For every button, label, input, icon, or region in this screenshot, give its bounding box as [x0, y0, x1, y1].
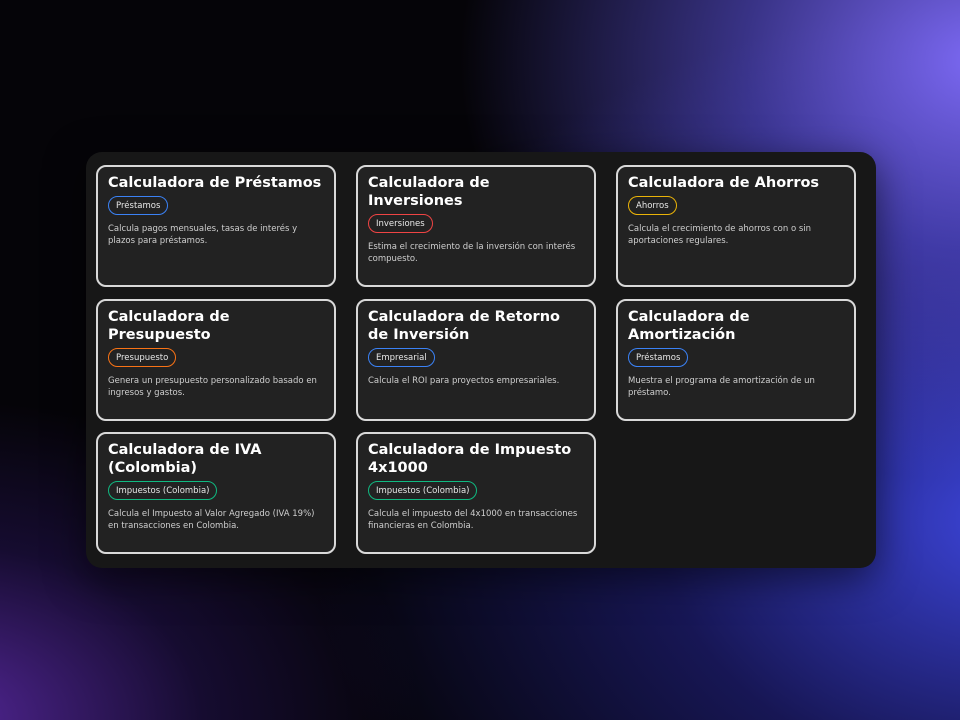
card-description: Calcula el impuesto del 4x1000 en transa…	[368, 509, 578, 531]
card-calculadora-amortizacion[interactable]: Calculadora de Amortización Préstamos Mu…	[616, 299, 856, 421]
calculators-panel: Calculadora de Préstamos Préstamos Calcu…	[86, 152, 876, 568]
category-badge: Ahorros	[628, 196, 677, 215]
card-title: Calculadora de IVA (Colombia)	[108, 442, 262, 476]
category-badge: Préstamos	[108, 196, 169, 215]
card-calculadora-inversiones[interactable]: Calculadora de Inversiones Inversiones E…	[356, 165, 596, 287]
category-badge: Préstamos	[628, 348, 689, 367]
card-calculadora-ahorros[interactable]: Calculadora de Ahorros Ahorros Calcula e…	[616, 165, 856, 287]
card-description: Calcula el ROI para proyectos empresaria…	[368, 376, 560, 386]
card-title: Calculadora de Inversiones	[368, 175, 490, 209]
card-title: Calculadora de Amortización	[628, 309, 750, 343]
card-title: Calculadora de Ahorros	[628, 175, 820, 191]
card-description: Muestra el programa de amortización de u…	[628, 376, 815, 398]
card-title: Calculadora de Impuesto 4x1000	[368, 442, 572, 476]
card-calculadora-prestamos[interactable]: Calculadora de Préstamos Préstamos Calcu…	[96, 165, 336, 287]
category-badge: Impuestos (Colombia)	[108, 481, 218, 500]
card-calculadora-presupuesto[interactable]: Calculadora de Presupuesto Presupuesto G…	[96, 299, 336, 421]
card-calculadora-impuesto-4x1000[interactable]: Calculadora de Impuesto 4x1000 Impuestos…	[356, 432, 596, 554]
category-badge: Presupuesto	[108, 348, 177, 367]
category-badge: Inversiones	[368, 214, 433, 233]
card-description: Calcula el Impuesto al Valor Agregado (I…	[108, 509, 315, 531]
card-description: Estima el crecimiento de la inversión co…	[368, 242, 576, 264]
category-badge: Empresarial	[368, 348, 435, 367]
card-title: Calculadora de Préstamos	[108, 175, 322, 191]
card-description: Genera un presupuesto personalizado basa…	[108, 376, 317, 398]
card-title: Calculadora de Retorno de Inversión	[368, 309, 560, 343]
card-title: Calculadora de Presupuesto	[108, 309, 230, 343]
card-description: Calcula el crecimiento de ahorros con o …	[628, 224, 812, 246]
card-calculadora-iva-colombia[interactable]: Calculadora de IVA (Colombia) Impuestos …	[96, 432, 336, 554]
category-badge: Impuestos (Colombia)	[368, 481, 478, 500]
card-calculadora-retorno-inversion[interactable]: Calculadora de Retorno de Inversión Empr…	[356, 299, 596, 421]
card-description: Calcula pagos mensuales, tasas de interé…	[108, 224, 298, 246]
